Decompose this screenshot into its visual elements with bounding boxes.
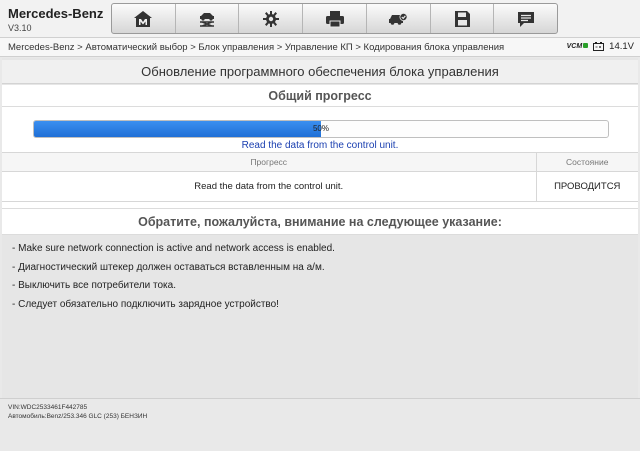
home-button[interactable] — [112, 4, 176, 33]
vehicle-lift-button[interactable] — [176, 4, 240, 33]
vin-label: VIN:WDC2533461F442785 — [8, 404, 88, 411]
vehicle-info-footer: VIN:WDC2533461F442785 Автомобиль:Benz/25… — [0, 398, 640, 451]
overall-progress-section: Общий прогресс 50% Read the data from th… — [2, 85, 638, 209]
app-version: V3.10 — [8, 23, 32, 33]
battery-voltage: 14.1V — [609, 41, 634, 52]
printer-icon — [325, 10, 344, 27]
list-item: - Выключить все потребители тока. — [12, 280, 176, 291]
breadcrumb: Mercedes-Benz > Автоматический выбор > Б… — [8, 42, 505, 53]
save-button[interactable] — [431, 4, 495, 33]
vehicle-label: Автомобиль:Benz/253.346 GLC (253) БЕНЗИН — [8, 413, 148, 420]
battery-icon — [593, 42, 605, 51]
app-name: Mercedes-Benz — [8, 6, 104, 21]
settings-button[interactable] — [239, 4, 304, 33]
toolbar — [111, 3, 558, 34]
progress-table: Прогресс Состояние Read the data from th… — [2, 152, 638, 202]
vcm-connected-icon — [583, 43, 589, 48]
list-item: - Make sure network connection is active… — [12, 243, 335, 254]
message-button[interactable] — [494, 4, 557, 33]
page-title: Обновление программного обеспечения блок… — [2, 60, 638, 84]
vehicle-check-button[interactable] — [367, 4, 431, 33]
progress-heading: Общий прогресс — [2, 85, 638, 107]
progress-caption: Read the data from the control unit. — [241, 140, 399, 151]
message-icon — [517, 11, 534, 27]
list-item: - Следует обязательно подключить зарядно… — [12, 298, 279, 310]
car-check-icon — [389, 12, 408, 25]
connection-status: VCM 14.1V — [567, 41, 634, 52]
progress-percent: 50% — [312, 124, 329, 133]
gear-icon — [262, 10, 279, 27]
save-icon — [454, 10, 470, 27]
column-header-progress: Прогресс — [2, 152, 537, 172]
progress-bar: 50% — [33, 120, 609, 138]
notice-list: - Make sure network connection is active… — [12, 240, 335, 314]
vcm-indicator: VCM — [567, 43, 589, 50]
brand: Mercedes-Benz V3.10 — [8, 6, 103, 33]
top-bar: Mercedes-Benz V3.10 — [0, 0, 640, 37]
list-item: - Диагностический штекер должен оставать… — [12, 261, 325, 273]
row-progress-text: Read the data from the control unit. — [2, 171, 537, 202]
row-status-text: ПРОВОДИТСЯ — [536, 171, 638, 202]
column-header-status: Состояние — [536, 152, 638, 172]
table-row: Read the data from the control unit. ПРО… — [2, 171, 638, 202]
table-header-row: Прогресс Состояние — [2, 152, 638, 172]
home-icon — [134, 10, 153, 27]
vehicle-lift-icon — [200, 12, 215, 27]
breadcrumb-bar: Mercedes-Benz > Автоматический выбор > Б… — [0, 37, 640, 57]
main-panel: Обновление программного обеспечения блок… — [2, 58, 638, 398]
notice-heading: Обратите, пожалуйста, внимание на следую… — [2, 208, 638, 235]
print-button[interactable] — [303, 4, 367, 33]
